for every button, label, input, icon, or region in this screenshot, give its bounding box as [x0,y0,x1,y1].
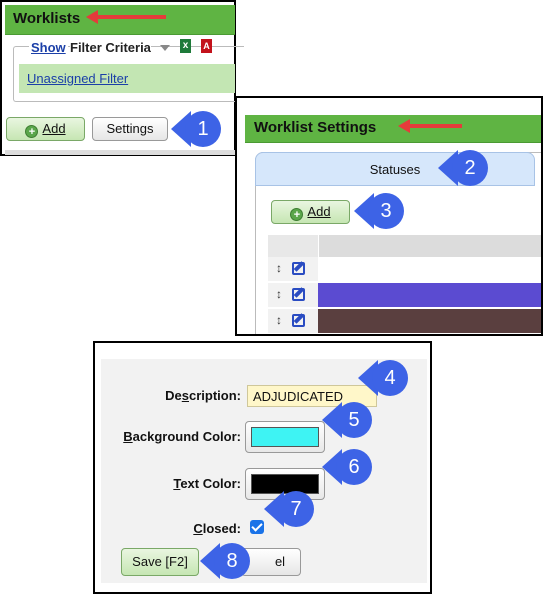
closed-checkbox[interactable] [250,520,264,534]
edit-icon[interactable] [292,314,305,327]
description-label: Description: [165,388,241,403]
callout-number: 8 [226,550,238,572]
worklist-settings-title: Worklist Settings [254,119,377,136]
settings-button[interactable]: Settings [92,117,168,141]
add-status-label: Add [307,204,331,219]
chevron-down-icon[interactable] [160,45,170,51]
callout-number: 6 [348,456,360,478]
row-color-cell [318,283,541,307]
unassigned-filter-link[interactable]: Unassigned Filter [27,71,128,86]
drag-handle-icon[interactable]: ↕ [276,287,282,301]
callout-number: 2 [464,157,476,179]
arrow-pointer-settings [398,119,462,133]
add-icon: + [25,125,39,138]
callout-number: 5 [348,409,360,431]
worklists-header: Worklists [5,5,235,35]
cancel-button-label: el [274,554,286,569]
row-color-cell [318,309,541,333]
callout-number: 7 [290,498,302,520]
cancel-button[interactable]: el [241,548,301,576]
filter-criteria-label: Filter Criteria [70,40,151,55]
edit-icon[interactable] [292,262,305,275]
drag-handle-icon[interactable]: ↕ [276,313,282,327]
callout-number: 3 [380,200,392,222]
row-actions: ↕ [268,283,318,307]
tab-statuses-label: Statuses [369,162,421,177]
arrow-pointer-worklists [86,10,166,24]
callout-number: 4 [384,367,396,389]
save-button[interactable]: Save [F2] [121,548,199,576]
row-actions: ↕ [268,257,318,281]
closed-label: Closed: [193,521,241,536]
add-worklist-button[interactable]: + Add [6,117,85,141]
background-color-swatch [251,427,319,447]
callout-number: 1 [197,118,209,140]
table-row[interactable]: ↕ [268,283,541,307]
background-color-label: Background Color: [123,429,241,444]
background-color-picker[interactable] [245,421,325,453]
row-actions: ↕ [268,309,318,333]
filter-row: Unassigned Filter [19,64,235,93]
table-row[interactable]: ↕ [268,257,541,281]
grid-header-actions-column [268,235,319,257]
worklists-title: Worklists [13,10,81,27]
panel-divider [5,150,235,155]
text-color-label: Text Color: [173,476,241,491]
drag-handle-icon[interactable]: ↕ [276,261,282,275]
add-status-button[interactable]: + Add [271,200,350,224]
edit-icon[interactable] [292,288,305,301]
add-worklist-label: Add [42,121,66,136]
worklist-settings-header: Worklist Settings [245,115,541,143]
row-color-cell [318,257,541,281]
excel-export-icon[interactable]: x [180,39,191,53]
status-grid-header [268,235,541,257]
add-icon: + [290,208,304,221]
tab-statuses[interactable]: Statuses [255,152,535,186]
show-filter-link[interactable]: Show [29,40,68,55]
settings-button-label: Settings [106,121,154,136]
table-row[interactable]: ↕ [268,309,541,333]
pdf-export-icon[interactable]: A [201,39,212,53]
save-button-label: Save [F2] [132,554,188,569]
